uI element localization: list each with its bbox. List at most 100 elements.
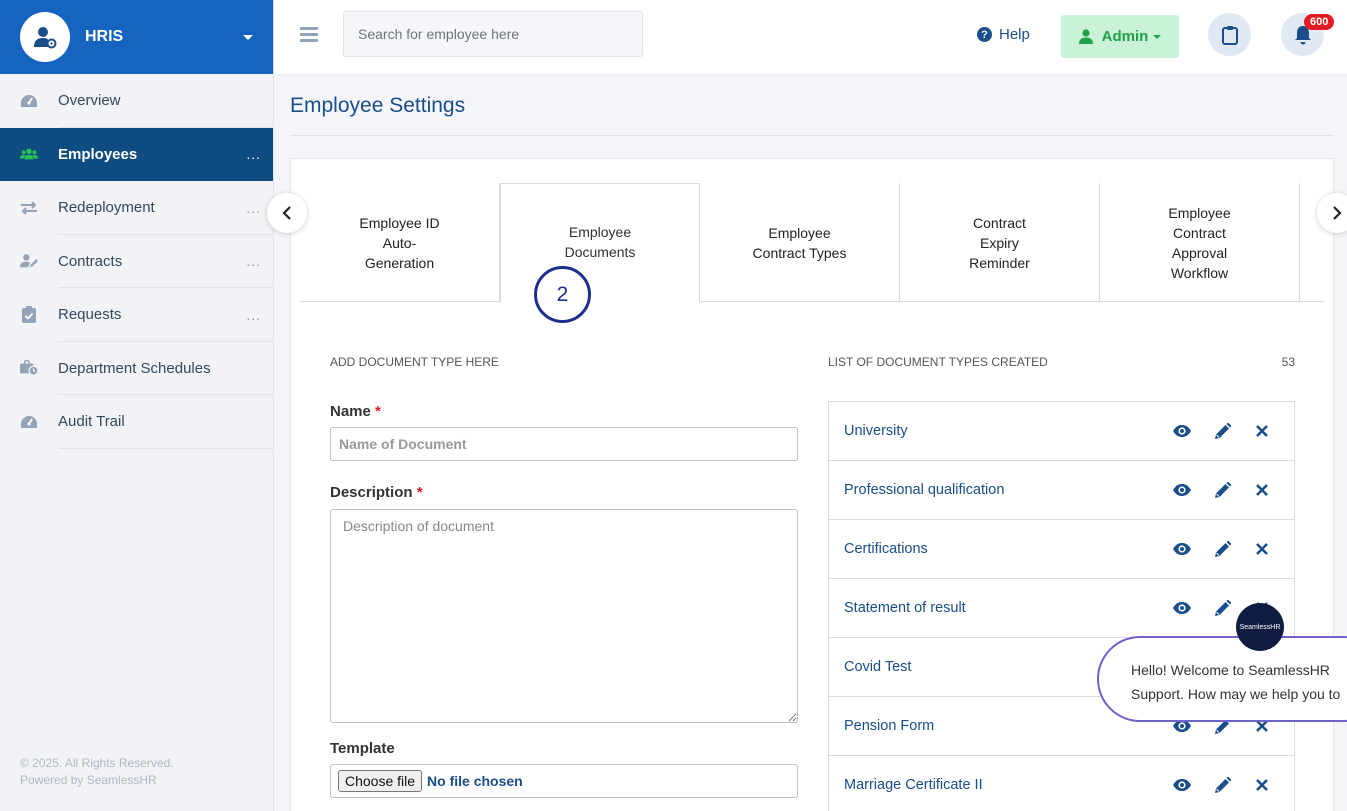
more-icon[interactable]: ... <box>246 307 261 323</box>
chevron-right-icon <box>1333 206 1342 220</box>
document-name-input[interactable] <box>330 427 798 461</box>
chevron-down-icon[interactable] <box>243 34 253 40</box>
list-item: Professional qualification <box>829 461 1294 520</box>
more-icon[interactable]: ... <box>246 146 261 162</box>
choose-file-button[interactable]: Choose file <box>338 770 423 792</box>
document-type-name[interactable]: University <box>844 423 1162 439</box>
document-type-list: University Professional qualification Cert… <box>828 401 1295 811</box>
pencil-icon[interactable] <box>1202 481 1242 499</box>
page-title: Employee Settings <box>290 94 466 117</box>
chevron-left-icon <box>282 206 291 220</box>
sidebar-item-contracts[interactable]: Contracts ... <box>0 235 273 289</box>
clipboard-check-icon <box>20 306 38 324</box>
close-icon[interactable] <box>1242 543 1282 555</box>
tab-label: Contract Expiry Reminder <box>969 214 1030 271</box>
document-description-input[interactable] <box>330 509 798 723</box>
sidebar-item-audit-trail[interactable]: Audit Trail <box>0 395 273 449</box>
user-settings-icon <box>20 12 70 62</box>
pencil-icon[interactable] <box>1202 540 1242 558</box>
help-label: Help <box>999 26 1030 43</box>
sidebar-item-requests[interactable]: Requests ... <box>0 288 273 342</box>
search-input[interactable] <box>343 11 643 57</box>
sidebar-item-employees[interactable]: Employees ... <box>0 127 273 181</box>
more-icon[interactable]: ... <box>246 200 261 216</box>
list-item: Statement of result <box>829 579 1294 638</box>
template-file-input[interactable]: Choose file No file chosen <box>330 764 798 798</box>
sidebar-item-label: Contracts <box>58 252 123 270</box>
dashboard-icon <box>20 93 38 109</box>
tab-label: Employee Contract Types <box>752 224 847 261</box>
sidebar-item-label: Requests <box>58 306 122 324</box>
eye-icon[interactable] <box>1162 778 1202 792</box>
more-icon[interactable]: ... <box>246 253 261 269</box>
template-label: Template <box>330 740 395 757</box>
list-item: Certifications <box>829 520 1294 579</box>
notification-badge: 600 <box>1304 14 1335 30</box>
admin-dropdown-button[interactable]: Admin <box>1061 15 1179 58</box>
powered-by-text: Powered by SeamlessHR <box>20 773 157 787</box>
pencil-icon[interactable] <box>1202 599 1242 617</box>
sidebar-footer: © 2025. All Rights Reserved. Powered by … <box>20 755 174 789</box>
eye-icon[interactable] <box>1162 542 1202 556</box>
chat-avatar-logo: SeamlessHR <box>1239 623 1281 631</box>
tab-label: Employee Contract Approval Workflow <box>1168 204 1231 281</box>
chat-avatar[interactable]: SeamlessHR <box>1236 603 1284 651</box>
copyright-text: © 2025. All Rights Reserved. <box>20 756 174 770</box>
tabs-prev-button[interactable] <box>267 193 307 233</box>
close-icon[interactable] <box>1242 484 1282 496</box>
sidebar-item-redeployment[interactable]: Redeployment ... <box>0 181 273 235</box>
topbar: ? Help Admin 600 <box>274 0 1347 74</box>
step-marker: 2 <box>534 266 591 323</box>
close-icon[interactable] <box>1242 779 1282 791</box>
tab-employee-contract-types[interactable]: Employee Contract Types <box>700 183 900 302</box>
chevron-down-icon <box>1153 34 1162 39</box>
eye-icon[interactable] <box>1162 601 1202 615</box>
user-icon <box>1078 29 1093 44</box>
chat-welcome-bubble[interactable]: Hello! Welcome to SeamlessHR Support. Ho… <box>1097 636 1347 722</box>
eye-icon[interactable] <box>1162 424 1202 438</box>
tab-label: Employee ID Auto- Generation <box>359 214 440 271</box>
brand-name: HRIS <box>85 28 124 45</box>
document-type-name[interactable]: Marriage Certificate II <box>844 777 1162 793</box>
chat-message-line: Support. How may we help you to <box>1131 686 1341 702</box>
list-item: Marriage Certificate II <box>829 756 1294 811</box>
sidebar-item-label: Department Schedules <box>58 359 211 377</box>
form-section-title: ADD DOCUMENT TYPE HERE <box>330 355 499 369</box>
pencil-icon[interactable] <box>1202 776 1242 794</box>
transfer-icon <box>20 201 38 215</box>
tab-employee-id-auto-generation[interactable]: Employee ID Auto- Generation <box>300 183 500 302</box>
clipboard-button[interactable] <box>1208 13 1251 56</box>
sidebar-item-department-schedules[interactable]: Department Schedules <box>0 342 273 396</box>
brand-header[interactable]: HRIS <box>0 0 273 74</box>
question-circle-icon: ? <box>977 27 992 42</box>
user-edit-icon <box>20 253 38 269</box>
no-file-text: No file chosen <box>427 773 523 789</box>
tab-label: Employee Documents <box>564 224 636 260</box>
list-item: University <box>829 402 1294 461</box>
document-type-name[interactable]: Professional qualification <box>844 482 1162 498</box>
close-icon[interactable] <box>1242 425 1282 437</box>
hamburger-menu-icon[interactable] <box>300 27 318 45</box>
users-icon <box>20 147 38 161</box>
list-section-title: LIST OF DOCUMENT TYPES CREATED <box>828 355 1048 369</box>
chat-message-line: Hello! Welcome to SeamlessHR <box>1131 662 1330 678</box>
sidebar-item-overview[interactable]: Overview <box>0 74 273 128</box>
pencil-icon[interactable] <box>1202 422 1242 440</box>
tab-contract-expiry-reminder[interactable]: Contract Expiry Reminder <box>900 183 1100 302</box>
description-label: Description * <box>330 484 423 501</box>
admin-label: Admin <box>1101 28 1149 45</box>
document-type-count: 53 <box>1281 355 1295 369</box>
tab-employee-contract-approval-workflow[interactable]: Employee Contract Approval Workflow <box>1100 183 1300 302</box>
divider <box>290 135 1334 136</box>
tab-employee-documents[interactable]: Employee Documents <box>500 183 700 303</box>
document-type-name[interactable]: Certifications <box>844 541 1162 557</box>
eye-icon[interactable] <box>1162 483 1202 497</box>
dashboard-icon <box>20 414 38 430</box>
document-type-name[interactable]: Statement of result <box>844 600 1162 616</box>
sidebar-item-label: Overview <box>58 92 121 110</box>
help-link[interactable]: ? Help <box>977 26 1030 43</box>
name-label: Name * <box>330 403 381 420</box>
sidebar-item-label: Employees <box>58 145 138 163</box>
document-type-name[interactable]: Pension Form <box>844 718 1162 734</box>
sidebar-item-label: Audit Trail <box>58 413 125 431</box>
